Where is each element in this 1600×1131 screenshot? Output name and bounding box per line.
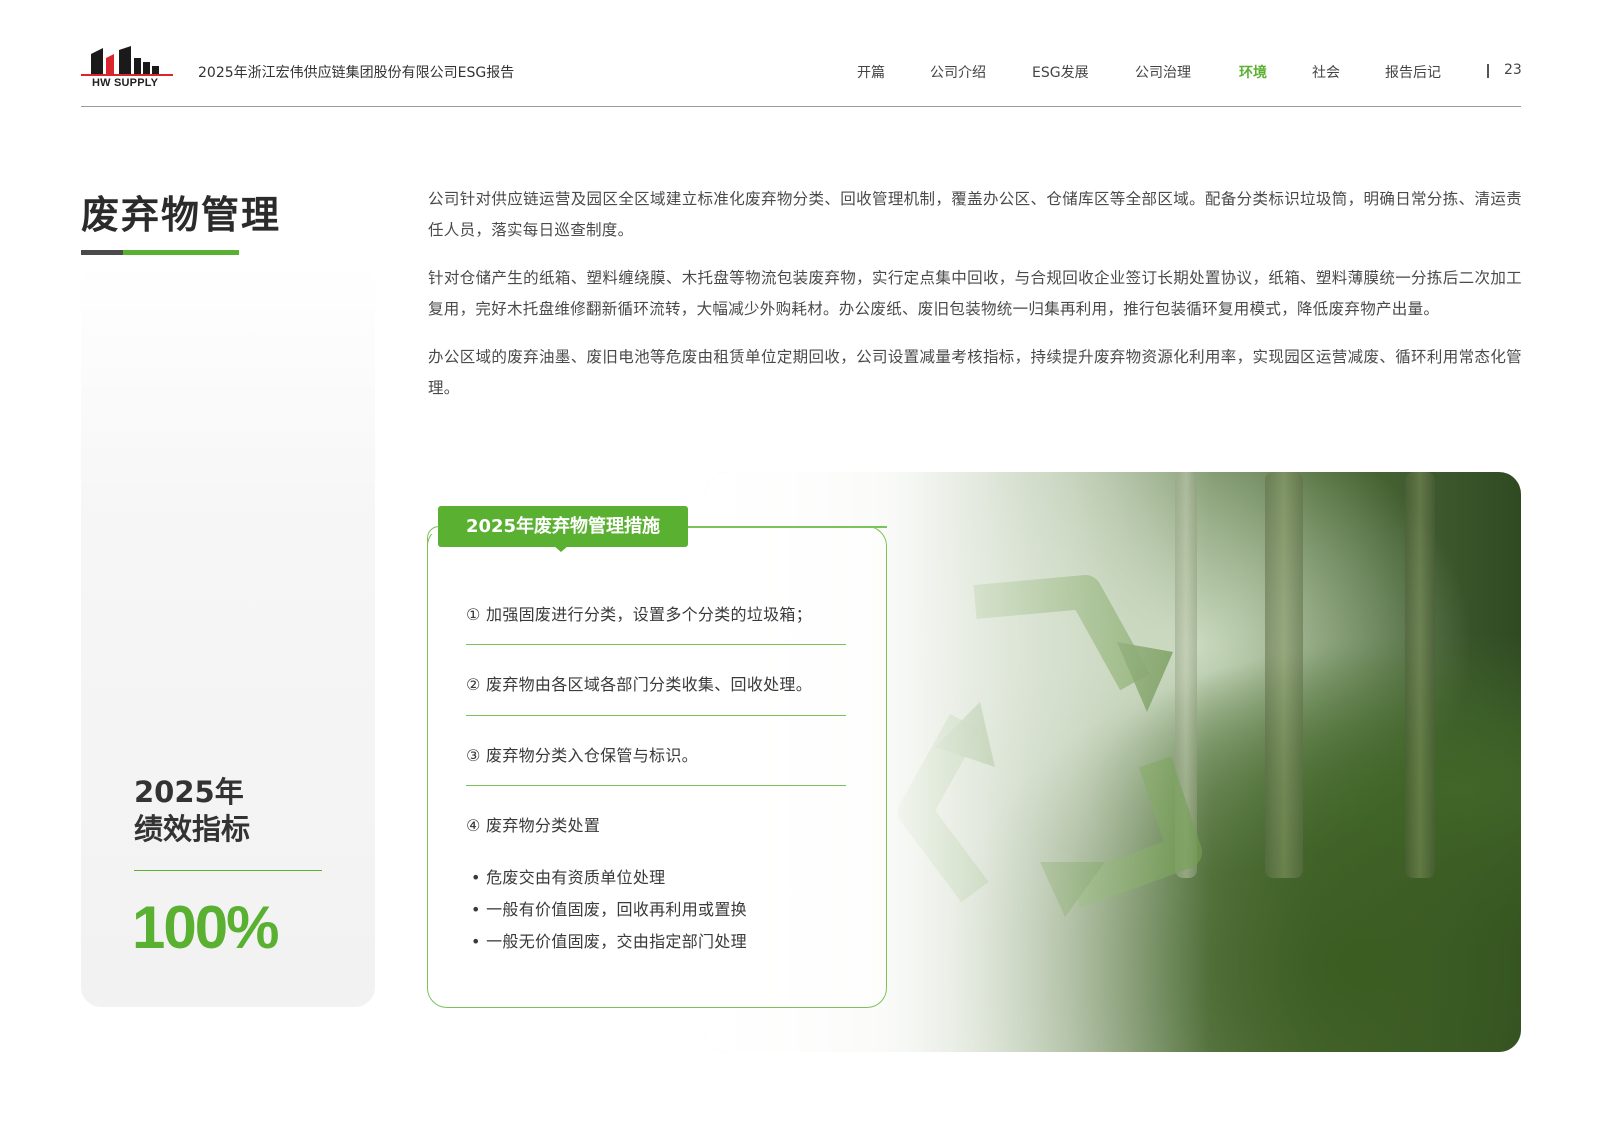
- box-top-border: [688, 526, 887, 528]
- nav-item-governance[interactable]: 公司治理: [1135, 62, 1191, 82]
- measure-divider: [466, 644, 846, 645]
- top-navigation: 开篇 公司介绍 ESG发展 公司治理 环境 社会 报告后记: [0, 62, 1600, 82]
- measure-item: ② 废弃物由各区域各部门分类收集、回收处理。: [466, 675, 813, 694]
- title-underline-green: [123, 250, 239, 255]
- disposal-sub-item: • 一般有价值固废，回收再利用或置换: [471, 900, 747, 919]
- kpi-value: 100%: [132, 894, 279, 961]
- kpi-title: 2025年 绩效指标: [134, 774, 250, 848]
- kpi-divider: [134, 870, 322, 871]
- measure-item: ① 加强固废进行分类，设置多个分类的垃圾箱；: [466, 605, 813, 624]
- nav-item-company-intro[interactable]: 公司介绍: [930, 62, 986, 82]
- page-number: 23: [1504, 62, 1522, 78]
- nav-item-opening[interactable]: 开篇: [857, 62, 885, 82]
- paragraph: 办公区域的废弃油墨、废旧电池等危废由租赁单位定期回收，公司设置减量考核指标，持续…: [428, 348, 1522, 397]
- paragraph: 公司针对供应链运营及园区全区域建立标准化废弃物分类、回收管理机制，覆盖办公区、仓…: [428, 190, 1522, 239]
- nav-item-environment[interactable]: 环境: [1239, 62, 1267, 82]
- title-underline-dark: [81, 250, 123, 255]
- measure-divider: [466, 715, 846, 716]
- paragraph: 针对仓储产生的纸箱、塑料缠绕膜、木托盘等物流包装废弃物，实行定点集中回收，与合规…: [428, 269, 1522, 318]
- disposal-sub-item: • 一般无价值固废，交由指定部门处理: [471, 932, 747, 951]
- nav-item-society[interactable]: 社会: [1312, 62, 1340, 82]
- nav-separator: [1487, 64, 1489, 78]
- disposal-sub-item: • 危废交由有资质单位处理: [471, 868, 666, 887]
- kpi-label: 绩效指标: [134, 812, 251, 846]
- body-text: 公司针对供应链运营及园区全区域建立标准化废弃物分类、回收管理机制，覆盖办公区、仓…: [428, 184, 1522, 421]
- measure-divider: [466, 785, 846, 786]
- section-title: 废弃物管理: [81, 193, 282, 237]
- measure-item: ④ 废弃物分类处置: [466, 816, 601, 835]
- measures-tag: 2025年废弃物管理措施: [438, 506, 688, 547]
- tag-pointer: [554, 546, 568, 552]
- measure-item: ③ 废弃物分类入仓保管与标识。: [466, 746, 698, 765]
- nav-item-postscript[interactable]: 报告后记: [1385, 62, 1441, 82]
- kpi-year: 2025年: [134, 775, 244, 809]
- header-divider: [81, 106, 1521, 107]
- nav-item-esg-development[interactable]: ESG发展: [1032, 62, 1089, 82]
